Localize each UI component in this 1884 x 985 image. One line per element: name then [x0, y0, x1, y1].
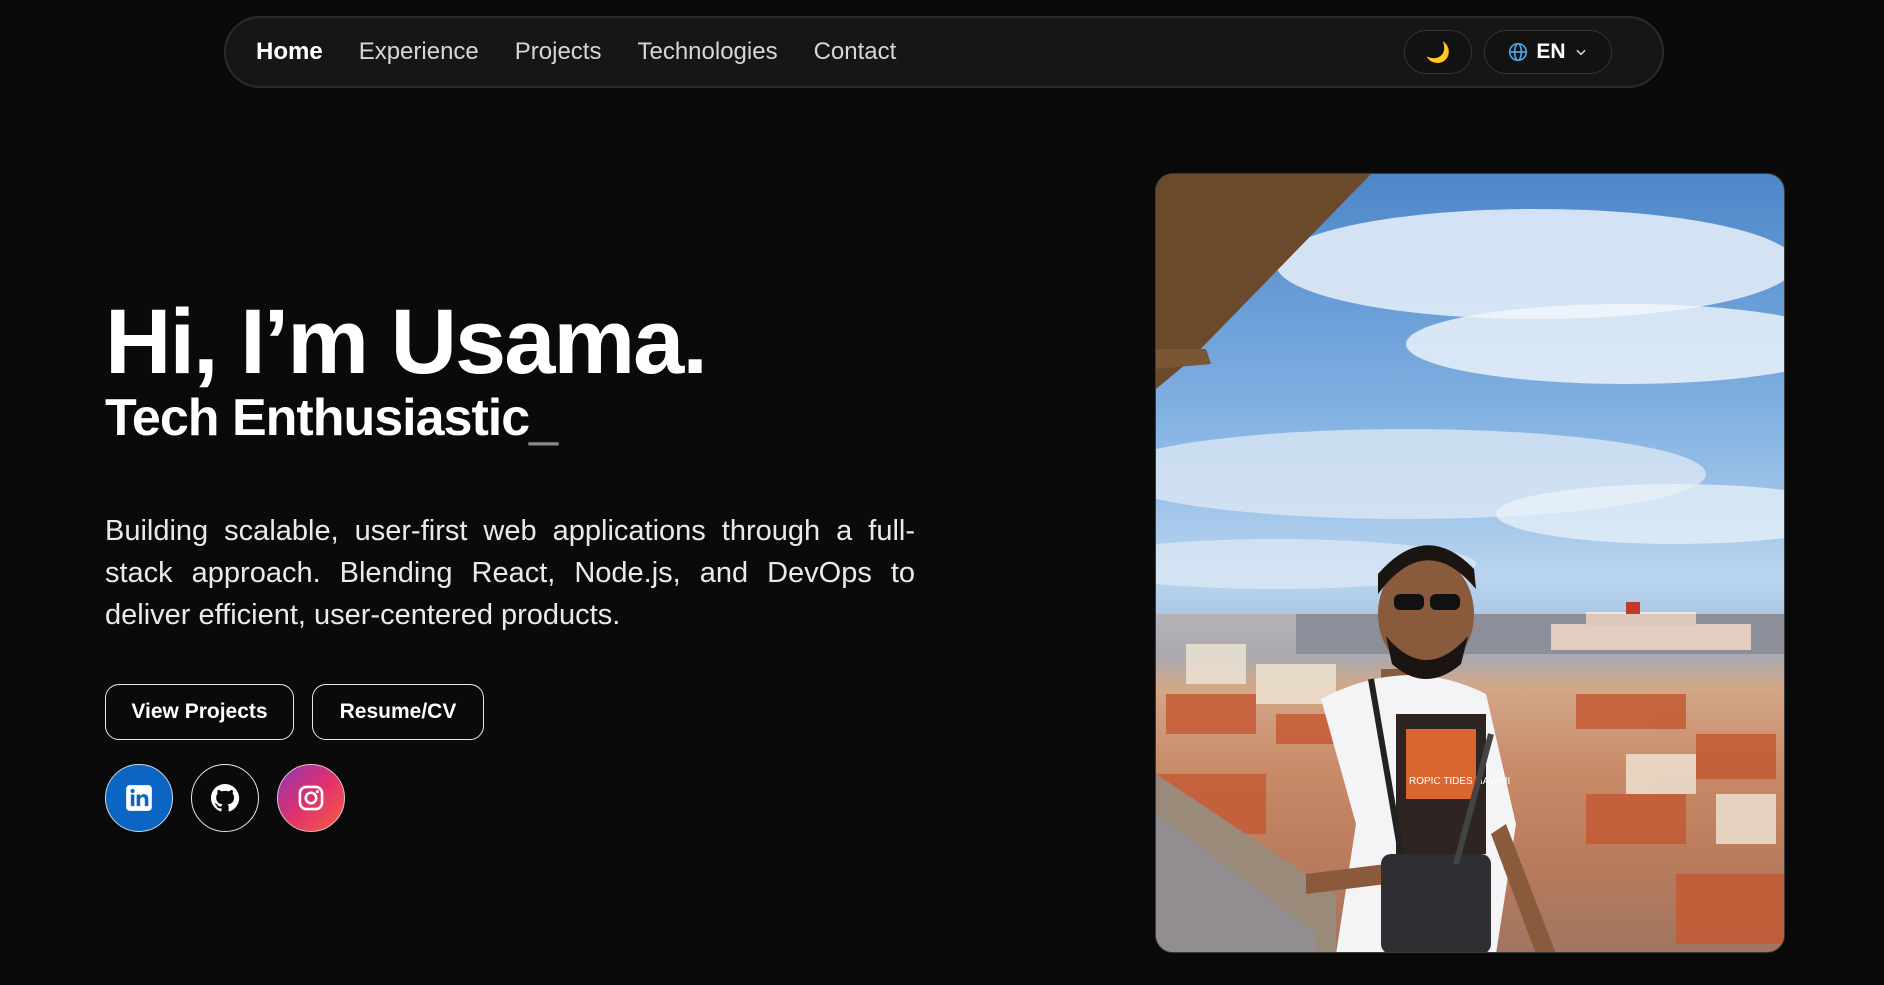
nav-controls: 🌙 EN — [1404, 30, 1612, 74]
typing-cursor: _ — [529, 389, 558, 447]
nav-link-projects[interactable]: Projects — [515, 38, 602, 66]
hero-title: Hi, I’m Usama. — [105, 291, 708, 393]
instagram-link[interactable] — [277, 764, 345, 832]
nav-link-experience[interactable]: Experience — [359, 38, 479, 66]
theme-toggle-button[interactable]: 🌙 — [1404, 30, 1472, 74]
top-navbar: Home Experience Projects Technologies Co… — [224, 16, 1664, 88]
profile-photo: ROPIC TIDES HAWAII — [1155, 173, 1785, 953]
hero-description: Building scalable, user-first web applic… — [105, 515, 915, 631]
nav-links: Home Experience Projects Technologies Co… — [256, 38, 896, 66]
shirt-print-text: ROPIC TIDES HAWAII — [1409, 776, 1510, 787]
hero-subtitle-text: Tech Enthusiastic — [105, 389, 530, 447]
moon-icon: 🌙 — [1425, 41, 1451, 64]
nav-link-technologies[interactable]: Technologies — [637, 38, 777, 66]
instagram-icon — [298, 785, 324, 811]
github-icon — [211, 784, 240, 812]
globe-icon — [1509, 42, 1528, 62]
resume-button[interactable]: Resume/CV — [312, 684, 484, 740]
nav-link-contact[interactable]: Contact — [814, 38, 897, 66]
language-select[interactable]: EN — [1484, 30, 1612, 74]
linkedin-link[interactable] — [105, 764, 173, 832]
linkedin-icon — [126, 785, 152, 811]
language-label: EN — [1536, 40, 1566, 63]
view-projects-button[interactable]: View Projects — [105, 684, 294, 740]
nav-link-home[interactable]: Home — [256, 38, 323, 66]
hero-subtitle: Tech Enthusiastic_ — [105, 389, 558, 447]
github-link[interactable] — [191, 764, 259, 832]
page: Home Experience Projects Technologies Co… — [0, 0, 1884, 985]
profile-photo-illustration: ROPIC TIDES HAWAII — [1156, 174, 1784, 952]
chevron-down-icon — [1575, 49, 1586, 56]
